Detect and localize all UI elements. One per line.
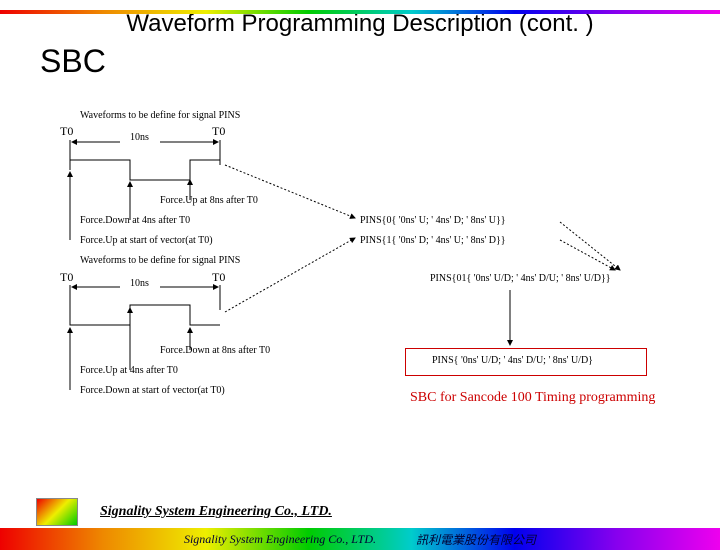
force-down-4ns: Force.Down at 4ns after T0 <box>80 215 190 226</box>
force-up-start: Force.Up at start of vector(at T0) <box>80 235 213 246</box>
force-up-8ns: Force.Up at 8ns after T0 <box>160 195 258 206</box>
pins0-text: PINS{0{ '0ns' U; ' 4ns' D; ' 8ns' U}} <box>360 215 506 226</box>
force-down-8ns: Force.Down at 8ns after T0 <box>160 345 270 356</box>
pins01-text: PINS{01{ '0ns' U/D; ' 4ns' D/U; ' 8ns' U… <box>430 273 611 284</box>
period-label: 10ns <box>130 278 149 289</box>
pins-final: PINS{ '0ns' U/D; ' 4ns' D/U; ' 8ns' U/D} <box>432 355 593 366</box>
section-title: SBC <box>40 43 720 80</box>
waveform-svg <box>60 110 700 530</box>
slide-title: Waveform Programming Description (cont. … <box>0 10 720 38</box>
logo-square <box>36 498 78 526</box>
t0-label: T0 <box>60 270 73 285</box>
force-down-start: Force.Down at start of vector(at T0) <box>80 385 225 396</box>
pins1-text: PINS{1{ '0ns' D; ' 4ns' U; ' 8ns' D}} <box>360 235 506 246</box>
footer-left: Signality System Engineering Co., LTD. <box>184 532 376 547</box>
wave-def-bottom: Waveforms to be define for signal PINS <box>80 255 240 266</box>
diagram-area: Waveforms to be define for signal PINS T… <box>60 110 690 490</box>
footer-bar: Signality System Engineering Co., LTD. 訊… <box>0 528 720 550</box>
force-up-4ns: Force.Up at 4ns after T0 <box>80 365 178 376</box>
sbc-note: SBC for Sancode 100 Timing programming <box>410 390 655 406</box>
footer-right: 訊利電業股份有限公司 <box>416 531 536 548</box>
t0-label: T0 <box>212 270 225 285</box>
company-name: Signality System Engineering Co., LTD. <box>100 504 332 520</box>
rainbow-top-bar <box>0 10 720 14</box>
